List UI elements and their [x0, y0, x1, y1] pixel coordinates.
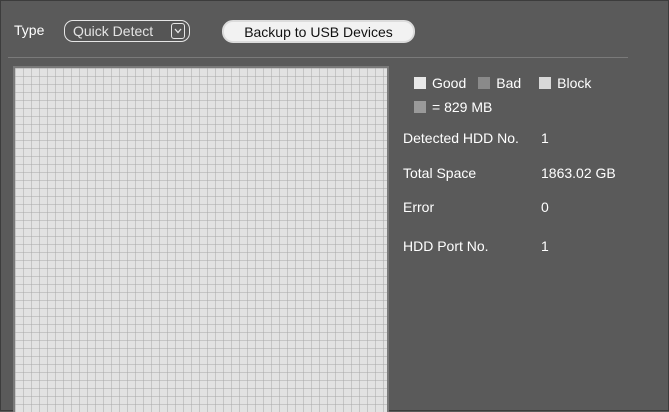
legend-bad: Bad: [478, 75, 521, 91]
good-swatch-icon: [414, 77, 426, 89]
unit-swatch-icon: [414, 101, 426, 113]
error-label: Error: [403, 199, 435, 215]
divider: [8, 57, 628, 58]
legend-block: Block: [539, 75, 591, 91]
chevron-down-icon[interactable]: [171, 23, 185, 39]
detected-hdd-value: 1: [541, 130, 549, 146]
legend-block-label: Block: [557, 75, 592, 91]
total-space-value: 1863.02 GB: [541, 165, 616, 181]
legend-bad-label: Bad: [496, 75, 522, 91]
total-space-label: Total Space: [403, 165, 477, 181]
hdd-detect-panel: Type Quick Detect Backup to USB Devices: [0, 0, 669, 412]
legend-status-row: Good Bad Block: [414, 75, 603, 91]
backup-to-usb-button[interactable]: Backup to USB Devices: [222, 20, 415, 43]
legend-good-label: Good: [432, 75, 467, 91]
block-map-grid: [13, 66, 389, 412]
block-map-cells: [15, 68, 387, 412]
type-label: Type: [14, 22, 45, 38]
legend-good: Good: [414, 75, 466, 91]
hdd-port-value: 1: [541, 238, 549, 254]
block-swatch-icon: [539, 77, 552, 89]
error-value: 0: [541, 199, 549, 215]
type-select-value: Quick Detect: [73, 23, 154, 39]
type-select[interactable]: Quick Detect: [64, 20, 190, 42]
legend-unit-row: = 829 MB: [414, 99, 492, 115]
legend-unit-size: = 829 MB: [432, 99, 493, 115]
detected-hdd-label: Detected HDD No.: [403, 130, 519, 146]
hdd-port-label: HDD Port No.: [403, 238, 489, 254]
toolbar: Type Quick Detect Backup to USB Devices: [1, 13, 669, 45]
bad-swatch-icon: [478, 77, 491, 89]
